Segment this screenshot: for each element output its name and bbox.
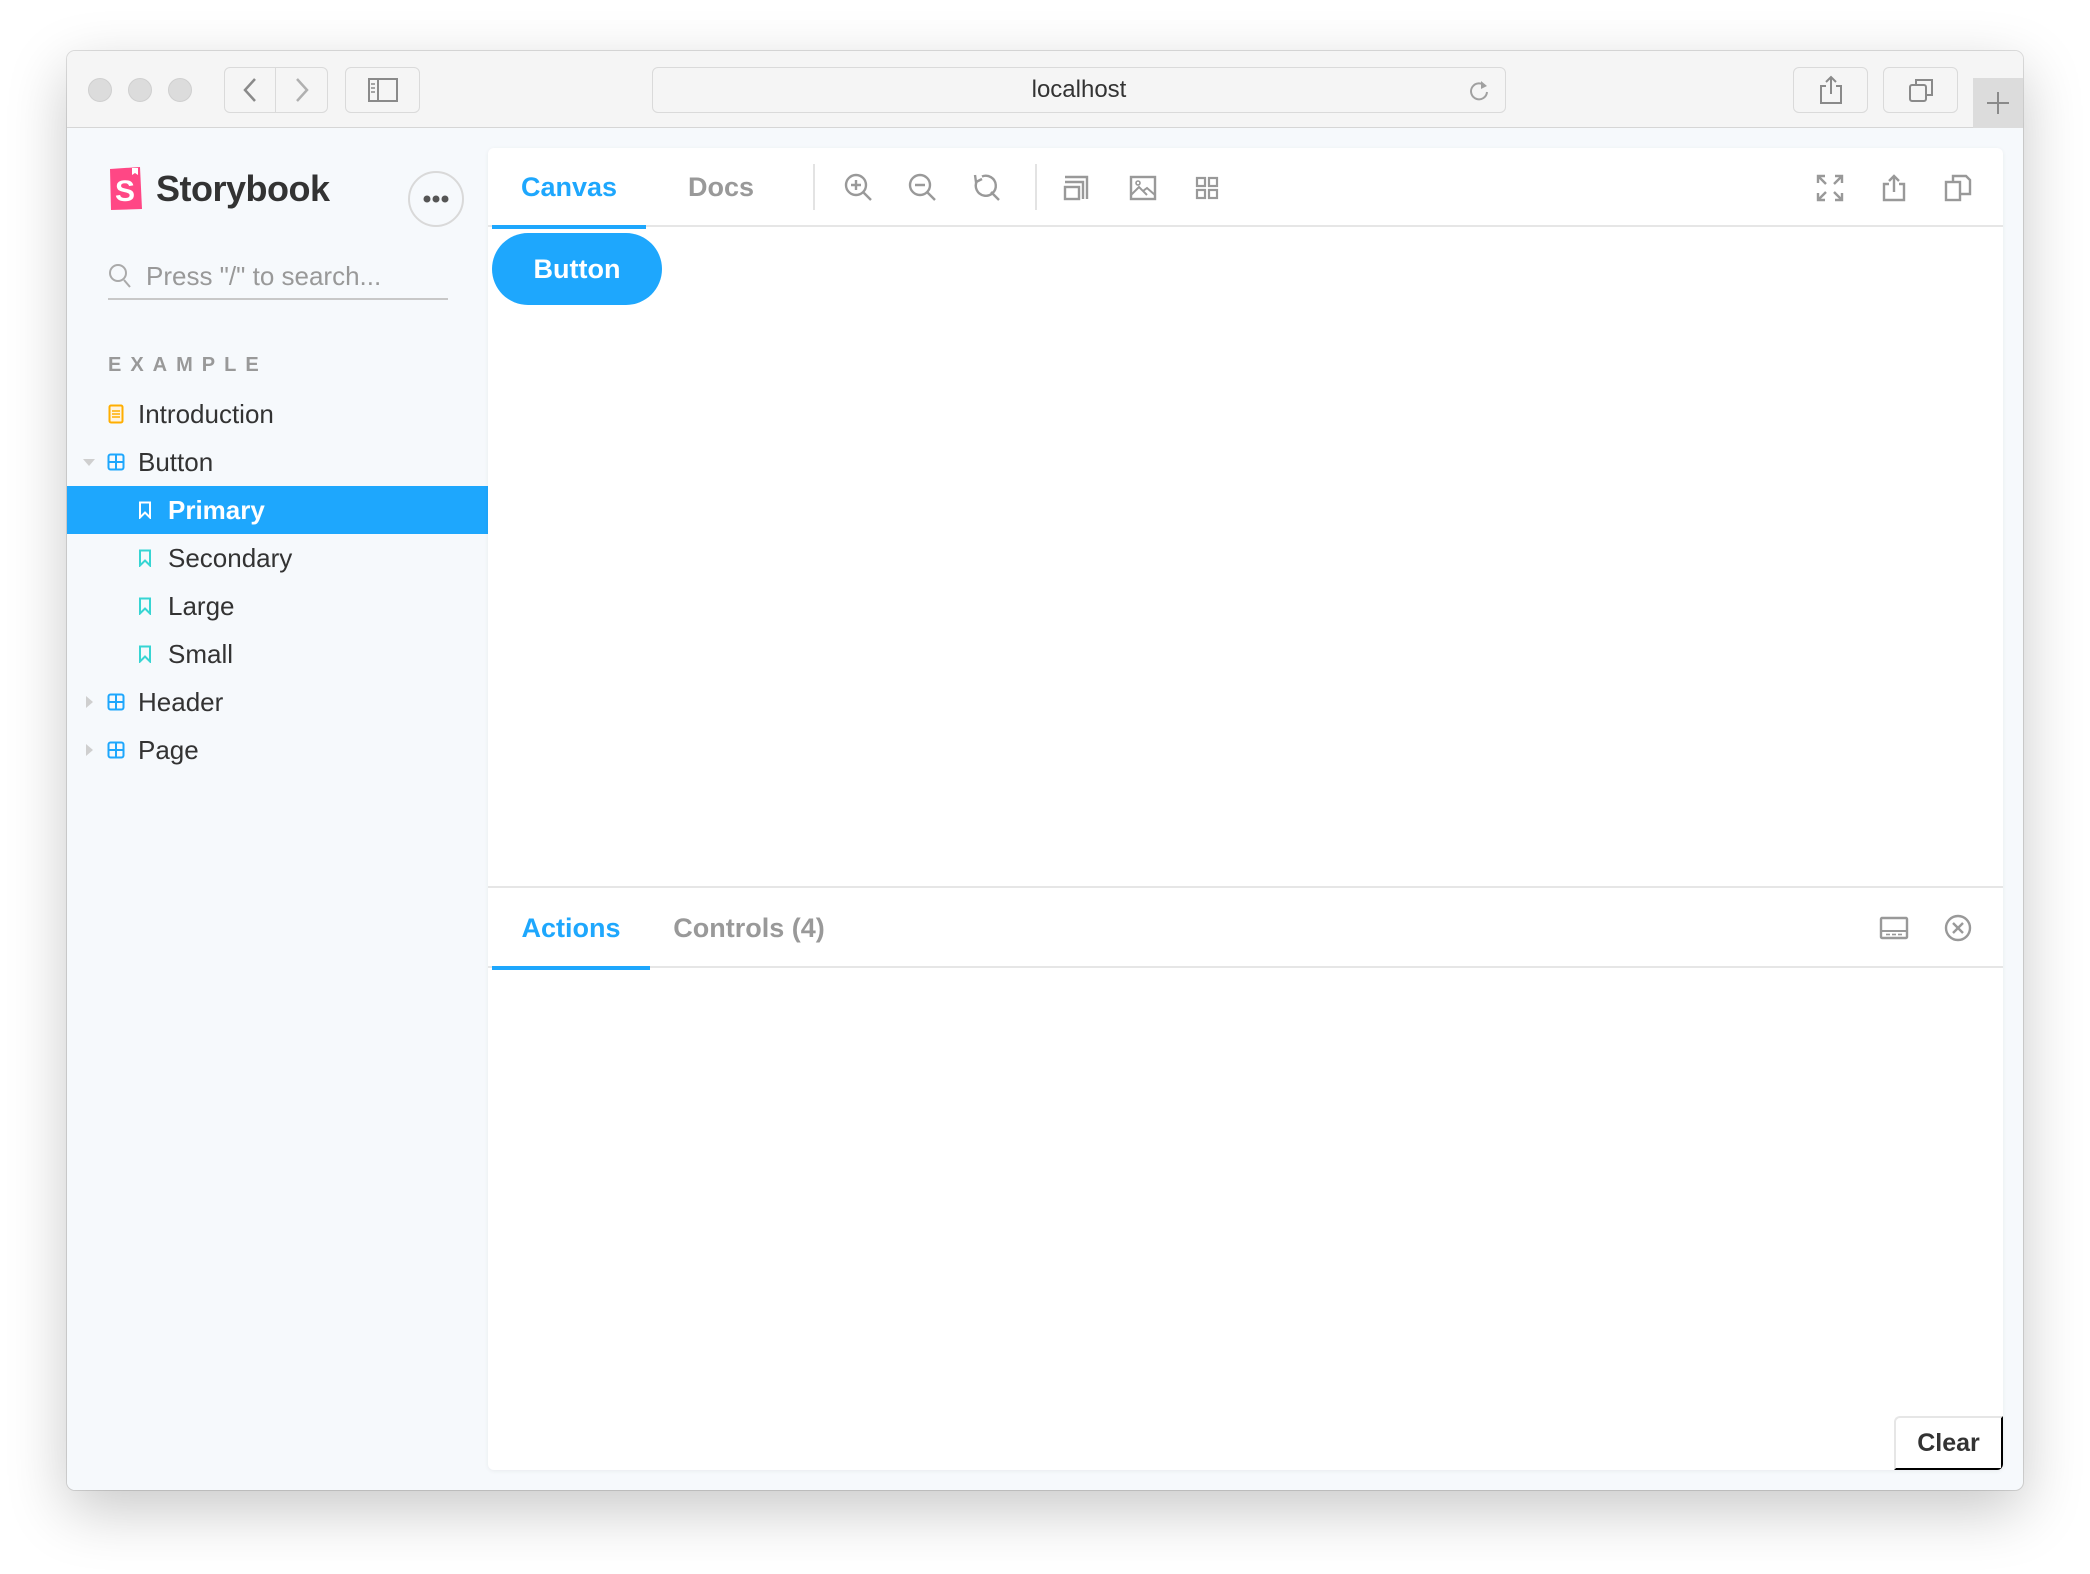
grid-icon bbox=[1195, 176, 1219, 200]
fullscreen-icon bbox=[1816, 174, 1844, 202]
browser-titlebar: localhost bbox=[67, 51, 2023, 128]
caret-right-icon[interactable] bbox=[86, 696, 93, 708]
search-icon bbox=[109, 264, 131, 288]
ellipsis-icon bbox=[423, 195, 449, 203]
tree-item-header[interactable]: Header bbox=[67, 678, 488, 726]
url-text: localhost bbox=[1031, 76, 1127, 103]
document-icon bbox=[108, 404, 124, 424]
tabs-icon bbox=[1908, 79, 1933, 102]
tab-controls[interactable]: Controls (4) bbox=[650, 888, 848, 968]
sidebar-icon bbox=[367, 78, 398, 102]
section-title-example: EXAMPLE bbox=[108, 354, 268, 376]
background-button[interactable] bbox=[1123, 168, 1163, 208]
tab-canvas[interactable]: Canvas bbox=[492, 148, 646, 229]
bookmark-icon bbox=[138, 501, 152, 519]
copy-icon bbox=[1944, 174, 1972, 202]
preview-button[interactable]: Button bbox=[492, 233, 662, 305]
tree-item-label: Secondary bbox=[168, 542, 293, 573]
tree-item-button[interactable]: Button bbox=[67, 438, 488, 486]
bookmark-icon bbox=[138, 549, 152, 567]
storybook-logo-icon: S bbox=[110, 167, 142, 210]
minimize-window-button[interactable] bbox=[128, 78, 152, 102]
share-icon bbox=[1882, 174, 1906, 202]
tree-item-label: Introduction bbox=[138, 398, 274, 429]
clear-actions-button[interactable]: Clear bbox=[1894, 1416, 2003, 1470]
search-input[interactable] bbox=[146, 260, 436, 292]
component-icon bbox=[107, 693, 125, 711]
bookmark-icon bbox=[138, 645, 152, 663]
tab-actions[interactable]: Actions bbox=[492, 888, 650, 970]
caret-right-icon[interactable] bbox=[86, 744, 93, 756]
share-icon bbox=[1819, 75, 1842, 104]
zoom-in-button[interactable] bbox=[839, 168, 879, 208]
sidebar: S Storybook EXAMPLE Introduction bbox=[67, 128, 488, 1490]
zoom-out-icon bbox=[908, 173, 936, 201]
tree-item-label: Page bbox=[138, 734, 199, 765]
copy-link-button[interactable] bbox=[1938, 168, 1978, 208]
storybook-logo[interactable]: S Storybook bbox=[108, 167, 330, 211]
tree-item-label: Large bbox=[168, 590, 235, 621]
chevron-left-icon bbox=[243, 78, 256, 102]
panel-position-button[interactable] bbox=[1874, 908, 1914, 948]
search-field[interactable] bbox=[108, 254, 448, 300]
story-tree: Introduction Button Primary Secondary La… bbox=[67, 390, 488, 774]
close-window-button[interactable] bbox=[88, 78, 112, 102]
image-icon bbox=[1129, 175, 1157, 201]
plus-icon bbox=[1987, 92, 2009, 114]
reload-icon[interactable] bbox=[1467, 78, 1491, 104]
tabs-overview-button[interactable] bbox=[1883, 67, 1958, 113]
preview-toolbar: Canvas Docs bbox=[488, 148, 2003, 229]
main-panel: Canvas Docs Button Actions Controls (4) … bbox=[488, 148, 2003, 1470]
address-bar[interactable]: localhost bbox=[652, 67, 1506, 113]
chevron-right-icon bbox=[295, 78, 309, 102]
outline-icon bbox=[1063, 175, 1089, 201]
close-circle-icon bbox=[1944, 914, 1972, 942]
back-button[interactable] bbox=[224, 67, 276, 113]
browser-window: localhost S Storybook EXA bbox=[67, 51, 2023, 1490]
addons-panel: Actions Controls (4) Clear bbox=[488, 886, 2003, 1470]
toolbar-divider bbox=[813, 164, 815, 210]
fullscreen-button[interactable] bbox=[1810, 168, 1850, 208]
tree-item-page[interactable]: Page bbox=[67, 726, 488, 774]
component-icon bbox=[107, 453, 125, 471]
tree-item-label: Primary bbox=[168, 494, 265, 525]
outline-button[interactable] bbox=[1056, 168, 1096, 208]
addons-tab-bar: Actions Controls (4) bbox=[488, 888, 2003, 970]
caret-down-icon[interactable] bbox=[83, 459, 95, 466]
tree-item-primary[interactable]: Primary bbox=[67, 486, 488, 534]
tree-item-secondary[interactable]: Secondary bbox=[67, 534, 488, 582]
brand-name: Storybook bbox=[156, 168, 330, 209]
toolbar-divider bbox=[1035, 164, 1037, 210]
bottom-bar-icon bbox=[1879, 916, 1909, 940]
tree-item-small[interactable]: Small bbox=[67, 630, 488, 678]
sidebar-toggle-button[interactable] bbox=[345, 67, 420, 113]
zoom-in-icon bbox=[844, 173, 872, 201]
grid-button[interactable] bbox=[1187, 168, 1227, 208]
component-icon bbox=[107, 741, 125, 759]
tree-item-label: Button bbox=[138, 446, 214, 477]
zoom-reset-button[interactable] bbox=[967, 168, 1007, 208]
share-button[interactable] bbox=[1793, 67, 1868, 113]
preview-canvas: Button bbox=[488, 229, 2003, 982]
tree-item-label: Header bbox=[138, 686, 224, 717]
bookmark-icon bbox=[138, 597, 152, 615]
close-panel-button[interactable] bbox=[1938, 908, 1978, 948]
new-tab-button[interactable] bbox=[1973, 78, 2023, 128]
zoom-reset-icon bbox=[973, 174, 1000, 201]
tree-item-introduction[interactable]: Introduction bbox=[67, 390, 488, 438]
tree-item-large[interactable]: Large bbox=[67, 582, 488, 630]
menu-button[interactable] bbox=[408, 171, 464, 227]
svg-text:S: S bbox=[115, 175, 135, 208]
tree-item-label: Small bbox=[168, 638, 234, 669]
share-story-button[interactable] bbox=[1874, 168, 1914, 208]
zoom-window-button[interactable] bbox=[168, 78, 192, 102]
zoom-out-button[interactable] bbox=[903, 168, 943, 208]
forward-button[interactable] bbox=[276, 67, 328, 113]
tab-docs[interactable]: Docs bbox=[646, 148, 796, 227]
